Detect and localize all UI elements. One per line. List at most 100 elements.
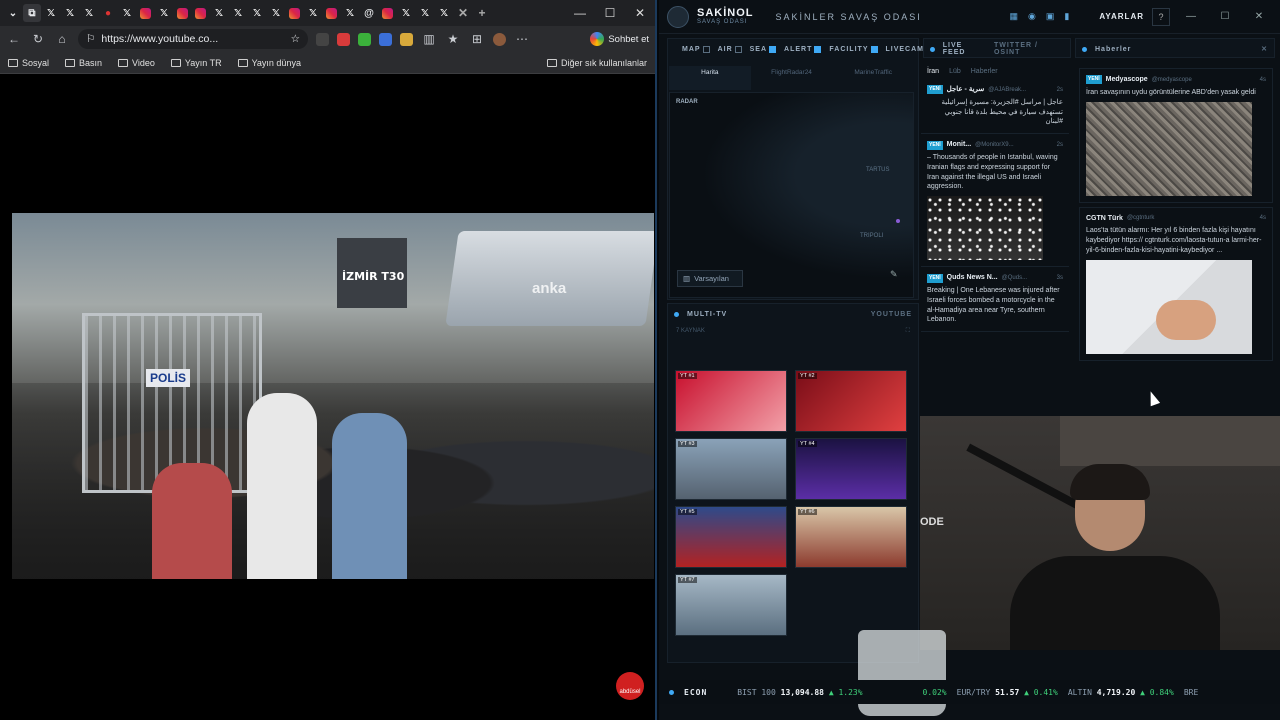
filter-iran[interactable]: İran <box>927 68 939 75</box>
tab-x-icon[interactable]: 𝕏 <box>155 4 173 22</box>
layer-toggle-sea[interactable]: SEA <box>750 45 777 53</box>
feed-item[interactable]: YENİ Quds News N... @Quds... 3s Breaking… <box>921 267 1069 333</box>
back-icon[interactable]: ← <box>6 32 22 46</box>
layer-toggle-alert[interactable]: ALERT <box>784 45 822 53</box>
tab-x-icon[interactable]: 𝕏 <box>229 4 247 22</box>
tab-instagram-icon[interactable] <box>140 7 151 19</box>
close-window-icon[interactable]: ✕ <box>625 6 655 20</box>
copilot-chat-button[interactable]: Sohbet et <box>590 32 649 46</box>
site-info-icon[interactable]: ⚐ <box>86 33 95 45</box>
minimize-icon[interactable]: — <box>1178 11 1204 22</box>
new-tab-icon[interactable]: + <box>473 4 491 22</box>
filter-lub[interactable]: Lüb <box>949 68 961 75</box>
tab-menu-icon[interactable]: ⌄ <box>4 4 22 22</box>
tab-instagram-icon[interactable] <box>382 7 393 19</box>
bookmark-folder[interactable]: Sosyal <box>8 58 49 68</box>
home-icon[interactable]: ⌂ <box>54 32 70 46</box>
default-view-button[interactable]: ▥ Varsayılan <box>677 270 743 287</box>
tab-x-icon[interactable]: 𝕏 <box>304 4 322 22</box>
tab-x-icon[interactable]: 𝕏 <box>416 4 434 22</box>
video-frame[interactable]: İZMİR T30 anka POLİS <box>12 213 654 579</box>
other-favorites[interactable]: Diğer sık kullanılanlar <box>546 58 647 68</box>
video-player[interactable]: İZMİR T30 anka POLİS abdüsel <box>2 76 654 718</box>
tab-instagram-icon[interactable] <box>326 7 337 19</box>
expand-icon[interactable]: ⛶ <box>906 328 910 335</box>
minimize-icon[interactable]: — <box>565 6 595 20</box>
tab-x-icon[interactable]: 𝕏 <box>61 4 79 22</box>
tv-cell[interactable]: YT #3 <box>675 438 787 500</box>
extension-icon[interactable] <box>379 32 392 46</box>
tab-harita[interactable]: Harita <box>669 66 751 90</box>
close-panel-icon[interactable]: ✕ <box>1261 45 1268 53</box>
tab-x-icon[interactable]: 𝕏 <box>267 4 285 22</box>
close-tab-icon[interactable]: ✕ <box>454 4 472 22</box>
layer-toggle-livecam[interactable]: LIVECAM <box>886 46 925 53</box>
tv-cell[interactable]: YT #7 <box>675 574 787 636</box>
news-item[interactable]: CGTN Türk @cgtnturk 4s Laos'ta tütün ala… <box>1079 206 1273 361</box>
bookmark-folder[interactable]: Video <box>118 58 155 68</box>
feed-item[interactable]: YENİ Monit... @MonitorX9... 2s – Thousan… <box>921 134 1069 268</box>
tab-x-icon[interactable]: 𝕏 <box>118 4 136 22</box>
maximize-icon[interactable]: ☐ <box>1212 11 1238 22</box>
tv-cell[interactable]: YT #5 <box>675 506 787 568</box>
map-icon[interactable]: ▦ <box>1010 11 1019 22</box>
tab-x-icon[interactable]: 𝕏 <box>80 4 98 22</box>
tab-instagram-icon[interactable] <box>177 7 188 19</box>
tab-x-icon[interactable]: 𝕏 <box>435 4 453 22</box>
layer-toggle-facility[interactable]: FACILITY <box>829 45 878 53</box>
tab-x-icon[interactable]: 𝕏 <box>397 4 415 22</box>
layer-toggle-map[interactable]: MAP <box>682 45 710 53</box>
maximize-icon[interactable]: ☐ <box>595 6 625 20</box>
edit-pencil-icon[interactable]: ✎ <box>890 269 898 280</box>
tv-cell[interactable]: YT #1 <box>675 370 787 432</box>
tab-x-icon[interactable]: 𝕏 <box>42 4 60 22</box>
tab-flightradar[interactable]: FlightRadar24 <box>751 66 833 90</box>
favorite-star-icon[interactable]: ☆ <box>291 33 300 45</box>
help-button[interactable]: ? <box>1152 7 1170 26</box>
feed-image[interactable] <box>927 196 1043 261</box>
tab-marinetraffic[interactable]: MarineTraffic <box>832 66 914 90</box>
checkbox[interactable] <box>814 45 822 53</box>
tab-instagram-icon[interactable] <box>195 7 206 19</box>
collections-icon[interactable]: ⊞ <box>469 32 485 46</box>
tab-instagram-icon[interactable] <box>289 7 300 19</box>
news-image[interactable] <box>1086 259 1252 354</box>
bookmark-folder[interactable]: Basın <box>65 58 102 68</box>
satellite-image[interactable] <box>1086 101 1252 196</box>
checkbox[interactable] <box>769 45 777 53</box>
filter-haberler[interactable]: Haberler <box>971 68 998 75</box>
tab-threads-icon[interactable]: @ <box>360 4 378 22</box>
extension-icon[interactable] <box>316 32 329 46</box>
tab-youtube-icon[interactable]: ● <box>99 4 117 22</box>
layer-toggle-air[interactable]: AIR <box>718 45 742 53</box>
bookmark-folder[interactable]: Yayın TR <box>170 58 222 68</box>
profile-avatar[interactable] <box>493 32 506 46</box>
more-menu-icon[interactable]: ⋯ <box>514 32 530 46</box>
extension-icon[interactable] <box>358 32 371 46</box>
tab-x-icon[interactable]: 𝕏 <box>248 4 266 22</box>
checkbox[interactable] <box>702 45 710 53</box>
settings-button[interactable]: AYARLAR <box>1099 12 1144 21</box>
workspaces-icon[interactable]: ⧉ <box>23 4 41 22</box>
tv-cell[interactable]: YT #2 <box>795 370 907 432</box>
split-screen-icon[interactable]: ▥ <box>421 32 437 46</box>
bookmark-folder[interactable]: Yayın dünya <box>237 58 301 68</box>
extension-icon[interactable] <box>400 32 413 46</box>
feed-item[interactable]: YENİ سرية - عاجل @AJABreak... 2s عاجل | … <box>921 79 1069 135</box>
url-text[interactable]: https://www.youtube.co... <box>101 33 218 45</box>
tv-cell[interactable]: YT #6 <box>795 506 907 568</box>
checkbox[interactable] <box>734 45 742 53</box>
tab-x-icon[interactable]: 𝕏 <box>341 4 359 22</box>
tab-x-icon[interactable]: 𝕏 <box>210 4 228 22</box>
favorites-icon[interactable]: ★ <box>445 32 461 46</box>
refresh-icon[interactable]: ↻ <box>30 32 46 46</box>
map-marker-icon[interactable] <box>896 219 900 223</box>
radar-map[interactable]: RADAR TARTUS TRIPOLI ✎ <box>669 92 914 298</box>
checkbox[interactable] <box>870 45 878 53</box>
rss-icon[interactable]: ◉ <box>1028 11 1036 22</box>
extension-icon[interactable] <box>337 32 350 46</box>
tv-cell[interactable]: YT #4 <box>795 438 907 500</box>
address-bar[interactable]: ⚐ https://www.youtube.co... ☆ <box>78 29 308 49</box>
tv-icon[interactable]: ▣ <box>1046 11 1055 22</box>
news-item[interactable]: YENİ Medyascope @medyascope 4s İran sava… <box>1079 68 1273 203</box>
